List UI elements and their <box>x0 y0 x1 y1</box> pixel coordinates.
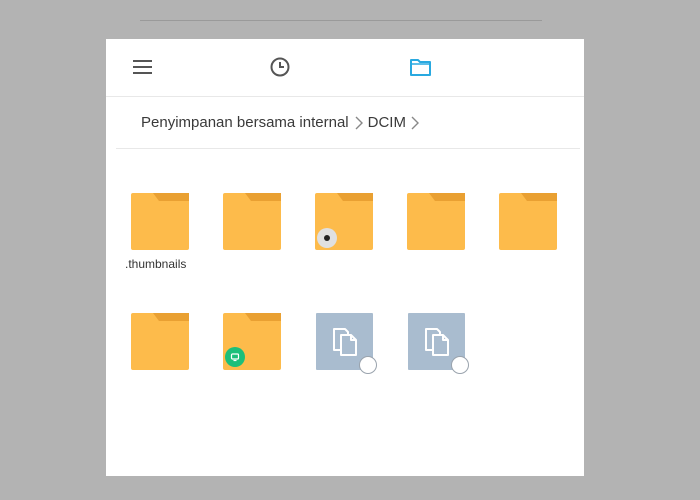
folder-icon <box>131 193 189 250</box>
app-icon <box>225 347 245 367</box>
folder-item[interactable] <box>315 193 375 253</box>
recent-button[interactable] <box>263 50 297 84</box>
files-button[interactable] <box>404 50 438 84</box>
toolbar <box>106 39 584 97</box>
folder-item[interactable] <box>407 193 467 253</box>
folder-icon <box>407 193 465 250</box>
folder-item[interactable] <box>131 313 191 373</box>
breadcrumb-item-dcim[interactable]: DCIM <box>368 114 406 131</box>
chevron-right-icon <box>410 115 420 131</box>
item-label: .thumbnails <box>125 257 187 271</box>
folder-item[interactable] <box>223 313 283 373</box>
folder-item[interactable] <box>223 193 283 253</box>
folder-icon <box>499 193 557 250</box>
chevron-right-icon <box>354 115 364 131</box>
status-divider <box>140 20 542 21</box>
folder-icon <box>410 59 431 76</box>
menu-icon <box>133 60 152 74</box>
folder-icon <box>223 193 281 250</box>
breadcrumb: Penyimpanan bersama internal DCIM <box>116 97 580 149</box>
copy-file-icon <box>332 327 357 356</box>
menu-button[interactable] <box>126 50 160 84</box>
copy-file-icon <box>424 327 449 356</box>
folder-item-thumbnails[interactable]: .thumbnails <box>125 193 191 271</box>
folder-item[interactable] <box>499 193 559 253</box>
folder-icon <box>131 313 189 370</box>
clock-icon <box>270 57 290 77</box>
file-item[interactable] <box>316 313 377 374</box>
select-checkbox[interactable] <box>451 356 469 374</box>
breadcrumb-item-internal-storage[interactable]: Penyimpanan bersama internal <box>116 114 349 131</box>
select-checkbox[interactable] <box>359 356 377 374</box>
file-manager-panel: Penyimpanan bersama internal DCIM .thumb… <box>106 39 584 476</box>
disc-icon <box>317 228 337 248</box>
file-item[interactable] <box>408 313 469 374</box>
